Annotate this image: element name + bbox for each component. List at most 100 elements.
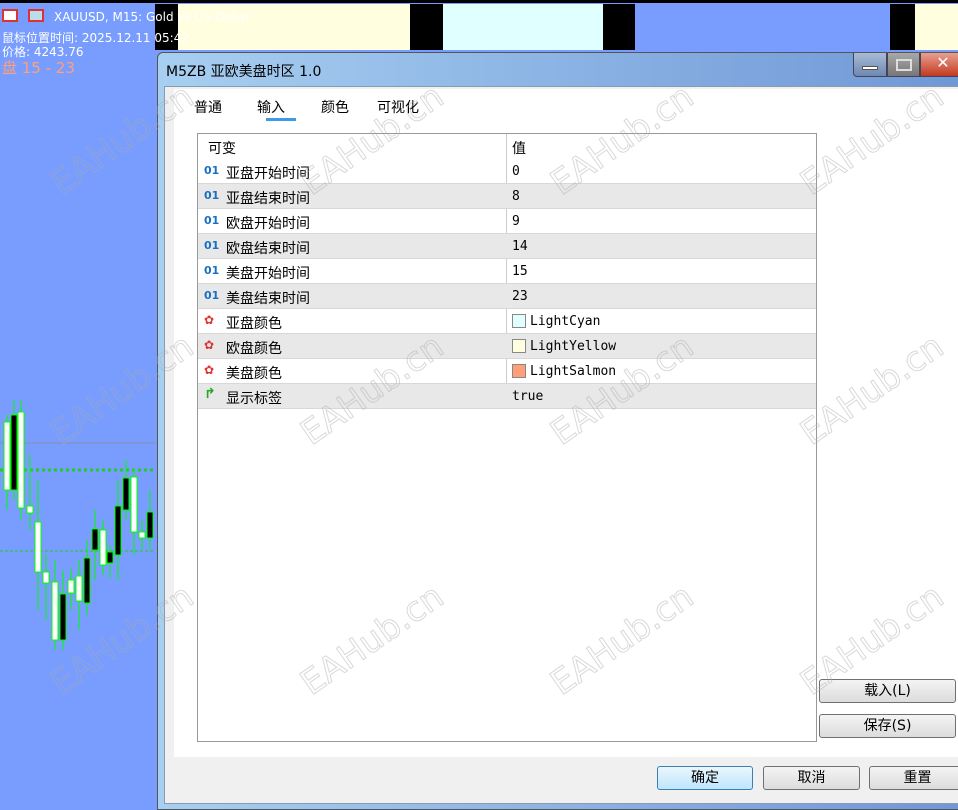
table-row[interactable]: 01 美盘结束时间 23 [198, 284, 816, 309]
cancel-button[interactable]: 取消 [763, 766, 860, 790]
candle [146, 511, 154, 539]
candle [10, 414, 18, 491]
variable-value[interactable]: 9 [512, 214, 520, 229]
chart-menu-icon[interactable] [2, 9, 18, 22]
variable-value[interactable]: LightCyan [512, 314, 600, 329]
value-text: 8 [512, 189, 520, 204]
candlestick-chart [0, 400, 155, 650]
value-text: 9 [512, 214, 520, 229]
color-swatch [512, 339, 526, 353]
ok-button[interactable]: 确定 [657, 766, 753, 790]
asia-session-band [443, 4, 603, 50]
table-row[interactable]: ✿ 亚盘颜色 LightCyan [198, 309, 816, 334]
variable-value[interactable]: 23 [512, 289, 528, 304]
variable-name: 欧盘颜色 [226, 341, 282, 357]
session-gap [603, 4, 635, 50]
candle [26, 505, 34, 514]
table-row[interactable]: 01 欧盘结束时间 14 [198, 234, 816, 259]
minimize-button[interactable] [853, 53, 887, 77]
candle [42, 571, 50, 584]
table-row[interactable]: 01 欧盘开始时间 9 [198, 209, 816, 234]
variable-name: 亚盘开始时间 [226, 166, 310, 182]
variable-name: 亚盘颜色 [226, 316, 282, 332]
integer-icon: 01 [204, 289, 220, 302]
indicator-properties-dialog: M5ZB 亚欧美盘时区 1.0 ✕ 普通 输入 颜色 可视化 可变 值 01 亚盘… [157, 52, 958, 810]
header-variable: 可变 [208, 141, 236, 157]
tab-visualization[interactable]: 可视化 [377, 97, 419, 117]
variable-name: 显示标签 [226, 391, 282, 407]
candle [67, 579, 75, 594]
integer-icon: 01 [204, 189, 220, 202]
color-icon: ✿ [204, 363, 215, 377]
color-icon: ✿ [204, 338, 215, 352]
variable-name: 美盘颜色 [226, 366, 282, 382]
session-gap [890, 4, 915, 50]
variable-value[interactable]: true [512, 389, 543, 404]
value-text: LightCyan [530, 314, 601, 329]
candle [75, 575, 83, 602]
table-row[interactable]: ✿ 美盘颜色 LightSalmon [198, 359, 816, 384]
value-text: true [512, 389, 544, 404]
color-swatch [512, 364, 526, 378]
table-header: 可变 值 [198, 134, 816, 159]
color-swatch [512, 314, 526, 328]
integer-icon: 01 [204, 164, 220, 177]
dialog-client: 普通 输入 颜色 可视化 可变 值 01 亚盘开始时间 0 01 亚盘结束时间 8 01 欧盘… [164, 86, 958, 804]
value-text: 0 [512, 164, 520, 179]
table-row[interactable]: 01 美盘开始时间 15 [198, 259, 816, 284]
value-text: 15 [512, 264, 528, 279]
reset-button[interactable]: 重置 [869, 766, 958, 790]
header-value: 值 [512, 141, 526, 157]
variable-value[interactable]: 0 [512, 164, 520, 179]
inputs-panel: 普通 输入 颜色 可视化 可变 值 01 亚盘开始时间 0 01 亚盘结束时间 8 01 欧盘… [174, 89, 958, 757]
value-text: LightYellow [530, 339, 617, 354]
candle [17, 411, 25, 509]
save-button[interactable]: 保存(S) [819, 714, 956, 738]
inputs-table: 可变 值 01 亚盘开始时间 0 01 亚盘结束时间 8 01 欧盘开始时间 9 01 欧盘结束时间… [197, 133, 817, 742]
candle [83, 557, 91, 604]
chart-window-icon[interactable] [28, 9, 44, 22]
chart-top-border [0, 0, 958, 3]
variable-name: 欧盘开始时间 [226, 216, 310, 232]
bool-icon: ↱ [204, 386, 216, 402]
variable-value[interactable]: 8 [512, 189, 520, 204]
table-row[interactable]: 01 亚盘结束时间 8 [198, 184, 816, 209]
candle [34, 521, 42, 573]
session-label: 盘 15 - 23 [2, 59, 75, 77]
variable-value[interactable]: 15 [512, 264, 528, 279]
candle [91, 528, 99, 551]
dialog-title: M5ZB 亚欧美盘时区 1.0 [166, 64, 322, 80]
variable-value[interactable]: LightYellow [512, 339, 616, 354]
tab-general[interactable]: 普通 [194, 97, 222, 117]
candle [106, 551, 114, 564]
candle [122, 477, 130, 511]
session-gap [410, 4, 443, 50]
integer-icon: 01 [204, 239, 220, 252]
integer-icon: 01 [204, 264, 220, 277]
color-icon: ✿ [204, 313, 215, 327]
variable-value[interactable]: LightSalmon [512, 364, 616, 379]
variable-value[interactable]: 14 [512, 239, 528, 254]
chart-symbol: XAUUSD, M15: Gold vs US Dollar [54, 10, 251, 24]
tab-colors[interactable]: 颜色 [321, 97, 349, 117]
variable-name: 欧盘结束时间 [226, 241, 310, 257]
candle [130, 476, 138, 533]
variable-name: 美盘开始时间 [226, 266, 310, 282]
candle [138, 531, 146, 539]
tab-inputs[interactable]: 输入 [257, 97, 285, 117]
candle [114, 505, 122, 556]
load-button[interactable]: 载入(L) [819, 679, 956, 703]
maximize-button[interactable] [887, 53, 920, 77]
europe-session-band [915, 4, 958, 50]
value-text: 14 [512, 239, 528, 254]
close-button[interactable]: ✕ [920, 53, 958, 77]
candle [3, 421, 11, 491]
table-row[interactable]: ✿ 欧盘颜色 LightYellow [198, 334, 816, 359]
table-row[interactable]: 01 亚盘开始时间 0 [198, 159, 816, 184]
tab-selected-indicator [266, 118, 296, 121]
value-text: 23 [512, 289, 528, 304]
variable-name: 亚盘结束时间 [226, 191, 310, 207]
value-text: LightSalmon [530, 364, 617, 379]
candle [99, 529, 107, 566]
table-row[interactable]: ↱ 显示标签 true [198, 384, 816, 409]
